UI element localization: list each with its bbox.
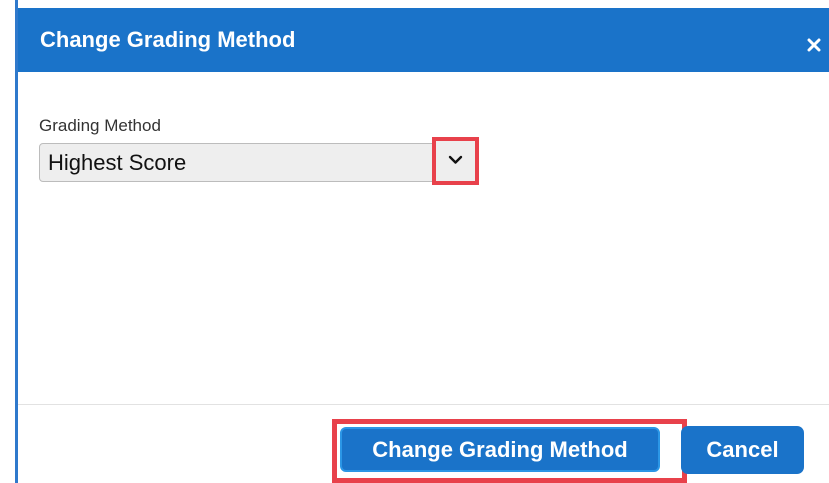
change-grading-method-button[interactable]: Change Grading Method: [340, 427, 660, 472]
dialog-title: Change Grading Method: [40, 27, 296, 52]
page-background: [0, 0, 15, 483]
grading-method-label: Grading Method: [39, 116, 161, 135]
dialog-header: Change Grading Method: [18, 8, 829, 72]
grading-method-select[interactable]: Highest Score: [39, 143, 477, 182]
grading-method-dropdown-button[interactable]: [432, 137, 479, 185]
change-grading-method-dialog: Change Grading Method Grading Method Hig…: [15, 0, 829, 483]
close-icon[interactable]: [807, 38, 821, 52]
footer-divider: [18, 404, 829, 405]
chevron-down-icon: [448, 155, 463, 164]
grading-method-selected-value: Highest Score: [48, 150, 187, 175]
cancel-button[interactable]: Cancel: [681, 426, 804, 474]
